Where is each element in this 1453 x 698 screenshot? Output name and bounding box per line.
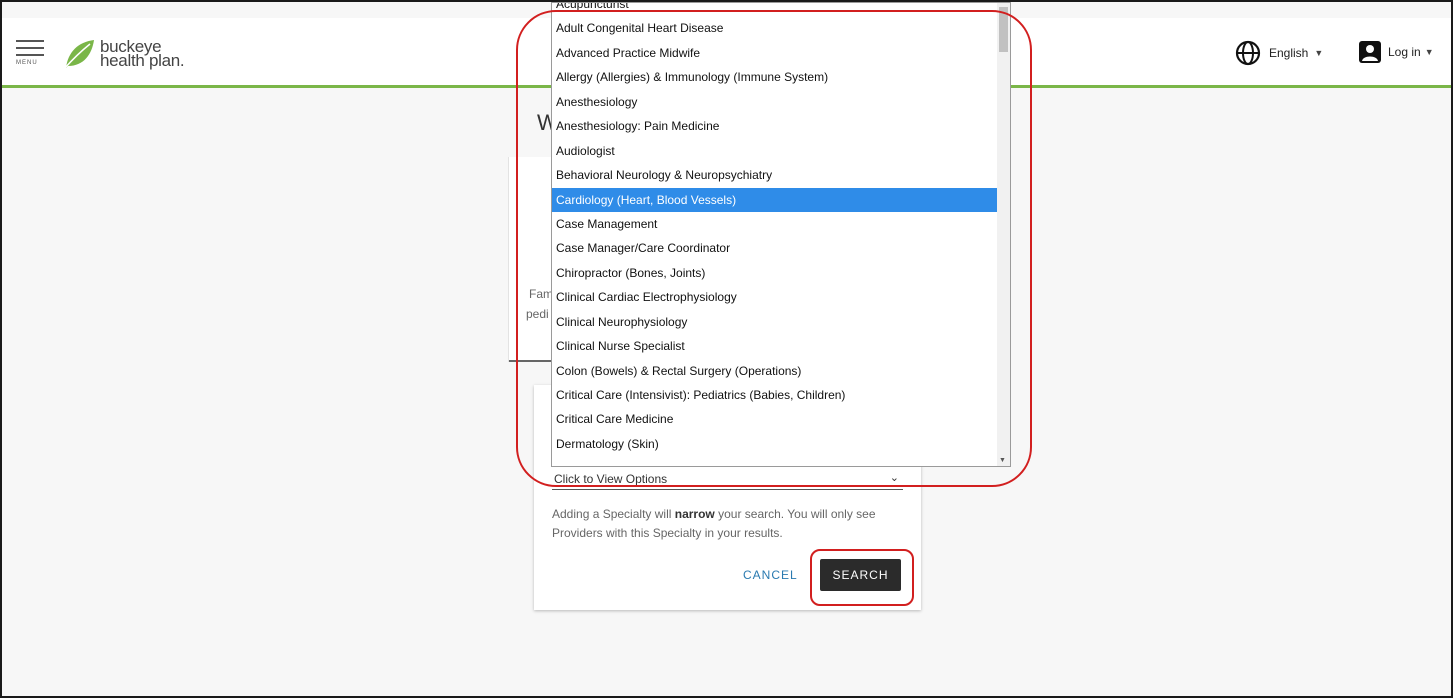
- cancel-button[interactable]: CANCEL: [743, 568, 798, 582]
- dropdown-option[interactable]: Critical Care Medicine: [552, 407, 998, 431]
- dropdown-option[interactable]: Critical Care (Intensivist): Pediatrics …: [552, 383, 998, 407]
- logo-line-2: health plan.: [100, 51, 185, 70]
- help-text-start: Adding a Specialty will: [552, 507, 672, 521]
- user-icon: [1359, 41, 1381, 63]
- dropdown-option[interactable]: Audiologist: [552, 139, 998, 163]
- dropdown-option[interactable]: Case Management: [552, 212, 998, 236]
- login-button[interactable]: Log in ▼: [1358, 40, 1434, 64]
- leaf-icon: [63, 40, 94, 70]
- dropdown-option[interactable]: Anesthesiology: [552, 90, 998, 114]
- dropdown-option[interactable]: Anesthesiology: Pain Medicine: [552, 114, 998, 138]
- logo[interactable]: buckeye health plan.: [62, 38, 185, 70]
- search-button[interactable]: SEARCH: [820, 559, 901, 591]
- logo-text: buckeye health plan.: [100, 38, 185, 70]
- dropdown-option[interactable]: Adult Congenital Heart Disease: [552, 16, 998, 40]
- hamburger-icon: [16, 47, 44, 49]
- dropdown-option[interactable]: Allergy (Allergies) & Immunology (Immune…: [552, 65, 998, 89]
- scrollbar-thumb[interactable]: [999, 7, 1008, 52]
- hamburger-icon: [16, 40, 44, 42]
- select-value: Click to View Options: [554, 472, 668, 486]
- menu-button[interactable]: MENU: [16, 40, 46, 70]
- hamburger-icon: [16, 54, 44, 56]
- caret-down-icon: ▼: [1424, 47, 1434, 57]
- dropdown-option[interactable]: Advanced Practice Midwife: [552, 41, 998, 65]
- dropdown-option[interactable]: Cardiology (Heart, Blood Vessels): [552, 187, 998, 212]
- login-label: Log in: [1388, 45, 1421, 59]
- dropdown-option[interactable]: Clinical Neurophysiology: [552, 310, 998, 334]
- dropdown-option[interactable]: Dermatology (Skin): [552, 432, 998, 456]
- caret-down-icon: ▼: [1314, 48, 1324, 58]
- dropdown-option[interactable]: Case Manager/Care Coordinator: [552, 236, 998, 260]
- tab-indicator: [509, 360, 555, 362]
- specialty-dropdown-list[interactable]: Acupuncturist Adult Congenital Heart Dise…: [551, 2, 1011, 467]
- dropdown-option[interactable]: Behavioral Neurology & Neuropsychiatry: [552, 163, 998, 187]
- browser-frame: MENU buckeye health plan. English ▼ Log …: [0, 0, 1453, 698]
- help-text: Adding a Specialty will narrow your sear…: [552, 505, 907, 543]
- background-text: pedi: [526, 307, 549, 321]
- dropdown-option[interactable]: Acupuncturist: [552, 3, 998, 16]
- scroll-down-arrow-icon[interactable]: ▼: [999, 457, 1006, 464]
- background-text: Fam: [529, 287, 553, 301]
- language-selector[interactable]: English ▼: [1235, 40, 1323, 66]
- chevron-down-icon: ⌄: [889, 472, 899, 484]
- dropdown-options: Acupuncturist Adult Congenital Heart Dise…: [552, 3, 998, 456]
- help-text-bold: narrow: [674, 507, 715, 521]
- dropdown-option[interactable]: Clinical Cardiac Electrophysiology: [552, 285, 998, 309]
- scrollbar[interactable]: ▼: [997, 3, 1010, 466]
- menu-label: MENU: [16, 60, 38, 66]
- dropdown-option[interactable]: Clinical Nurse Specialist: [552, 334, 998, 358]
- dropdown-option[interactable]: Colon (Bowels) & Rectal Surgery (Operati…: [552, 359, 998, 383]
- specialty-select[interactable]: Click to View Options ⌄: [552, 469, 903, 490]
- dropdown-option[interactable]: Chiropractor (Bones, Joints): [552, 261, 998, 285]
- globe-icon: [1235, 40, 1261, 66]
- language-label: English: [1269, 46, 1309, 60]
